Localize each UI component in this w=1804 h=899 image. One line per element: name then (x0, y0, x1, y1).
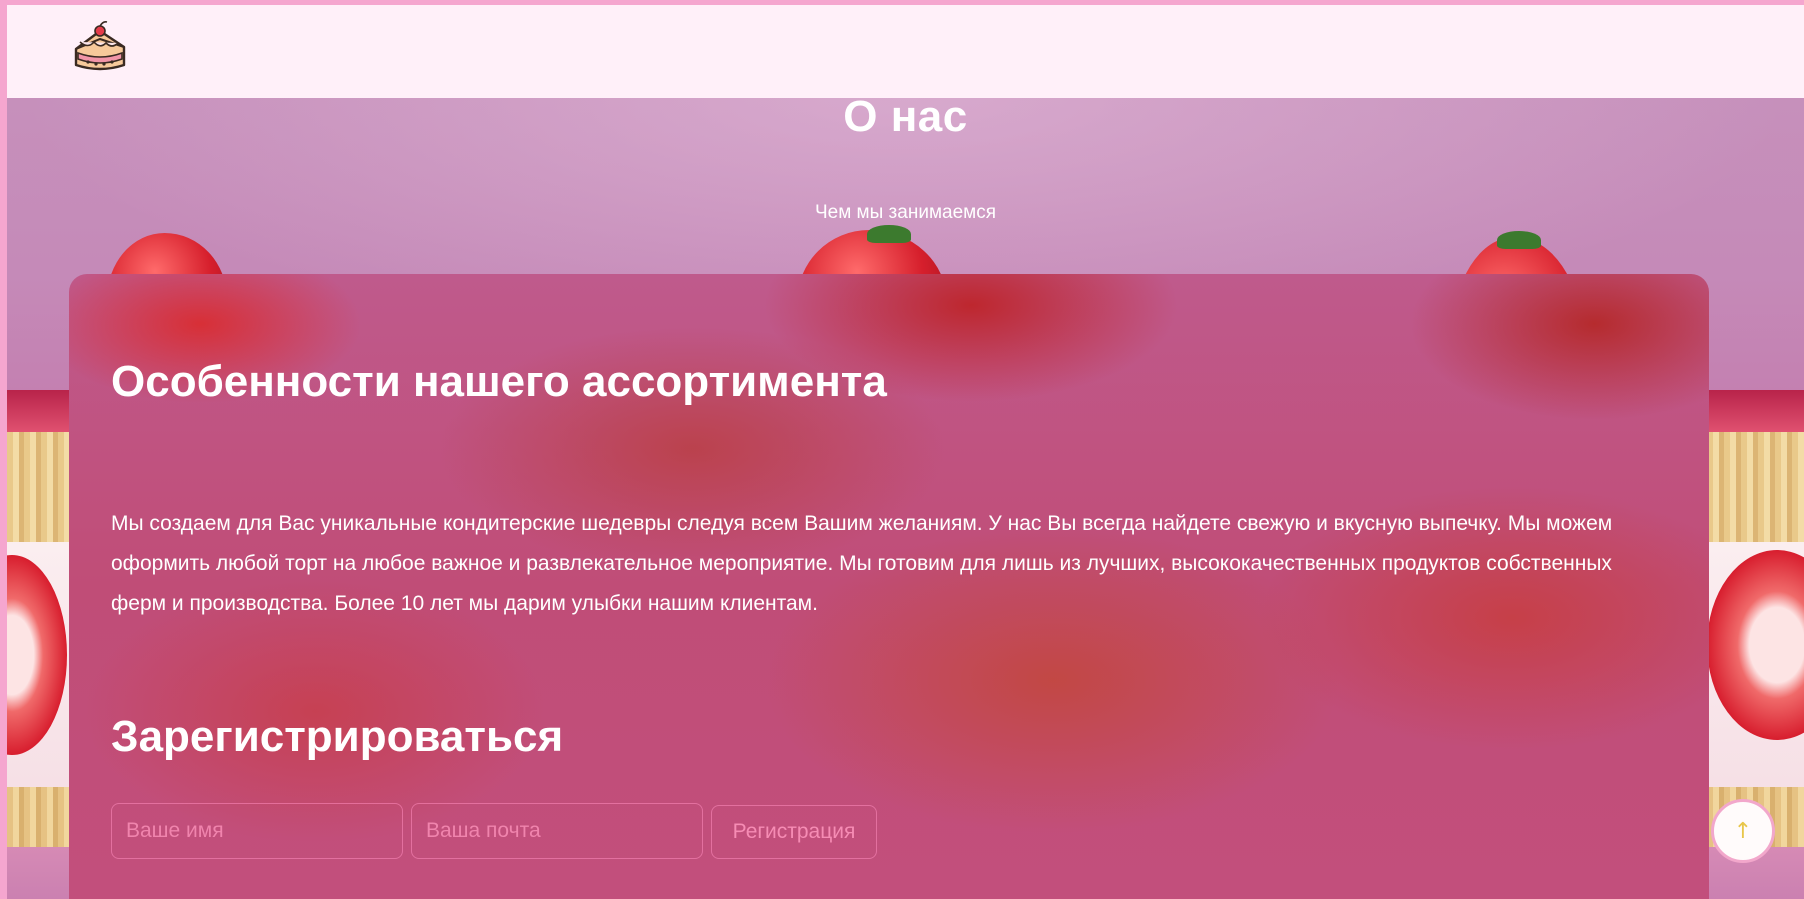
about-title: О нас (843, 92, 968, 141)
arrow-up-icon: ↑ (1733, 818, 1753, 844)
cake-slice-icon[interactable] (70, 19, 130, 77)
email-input[interactable] (411, 803, 703, 859)
assortment-heading: Особенности нашего ассортимента (111, 357, 887, 406)
about-subtitle: Чем мы занимаемся (814, 202, 996, 223)
assortment-card: Особенности нашего ассортимента Мы созда… (69, 274, 1709, 899)
scroll-to-top-button[interactable]: ↑ (1711, 799, 1775, 863)
assortment-description: Мы создаем для Вас уникальные кондитерск… (111, 512, 1613, 615)
register-button[interactable]: Регистрация (711, 805, 877, 859)
site-header (7, 5, 1804, 98)
name-input[interactable] (111, 803, 403, 859)
register-heading: Зарегистрироваться (111, 712, 564, 761)
